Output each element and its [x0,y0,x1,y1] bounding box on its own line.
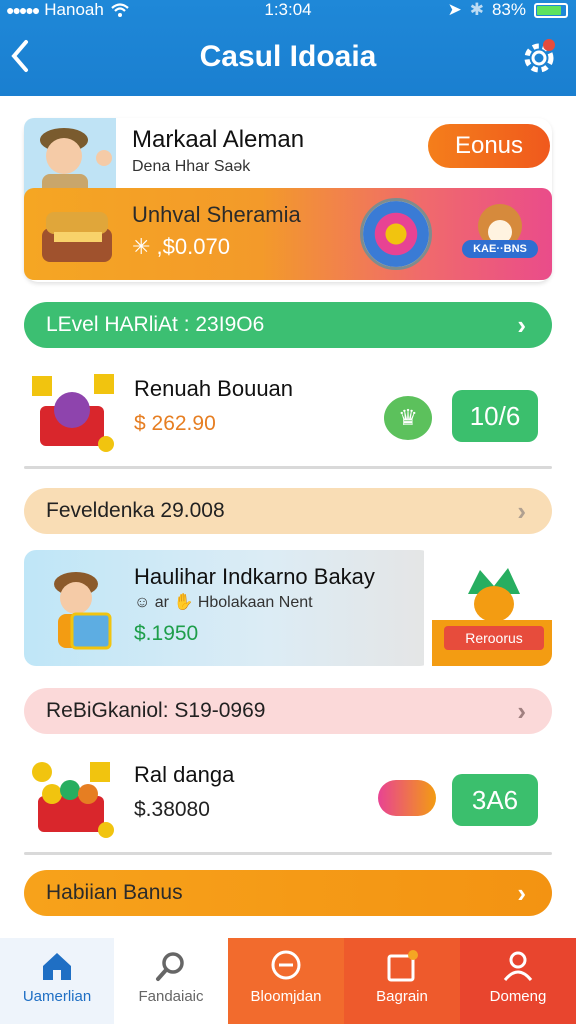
chevron-right-icon: › [517,696,526,726]
nav-label: Uamerlian [22,988,92,1005]
reward-count-tag[interactable]: 3A6 [452,774,538,826]
profile-subtitle: Dena Hhar Saək [132,158,251,175]
dog-mascot-image: KAE··BNS [458,196,542,272]
level-bar[interactable]: LEvel HARliAt : 23I9O6 › [24,302,552,348]
reward-row-2[interactable]: Ral danga $.38080 3A6 [24,750,552,846]
dog-badge-label: KAE··BNS [473,243,527,255]
promo-banner[interactable]: Unhval Sheramia ✳ ,$0.070 KAE··BNS [24,188,552,280]
status-bar: ●●●●● Hanoah 1:3:04 ➤ ✱ 83% [0,0,576,22]
message-icon [271,950,301,980]
promo-subtitle: ☺ ar ✋ Hbolakaan Nent [134,594,313,611]
reward-title: Ral danga [134,762,235,787]
bottom-nav: Uamerlian Fandaiaic Bloomjdan Bagrain Do… [0,938,576,1024]
reward-amount: $ 262.90 [134,412,216,435]
profile-card: Markaal Aleman Dena Hhar Saək Eonus Unhv… [24,118,552,282]
info-bar-label: Feveldenka 29.008 [46,499,225,522]
rebate-bar[interactable]: ReBiGkaniol: S19-0969 › [24,688,552,734]
bonus-bar[interactable]: Habiian Banus › [24,870,552,916]
prize-wheel-icon [360,198,432,270]
trophy-icon: ♛ [384,396,432,440]
bluetooth-icon: ✱ [469,0,484,19]
fruit-basket-image [28,754,120,838]
promo-title: Haulihar Indkarno Bakay [134,564,375,589]
settings-gear-icon[interactable] [518,36,560,78]
kid-avatar [38,560,126,656]
candy-icon [378,780,436,816]
nav-label: Bagrain [376,988,428,1005]
nav-item-search[interactable]: Fandaiaic [114,938,228,1024]
nav-label: Domeng [489,988,547,1005]
nav-item-bagrain[interactable]: Bagrain [344,938,460,1024]
reward-row-1[interactable]: Renuah Bouuan $ 262.90 ♛ 10/6 [24,366,552,462]
bonus-button[interactable]: Eonus [428,124,550,168]
chevron-right-icon: › [517,496,526,526]
divider [24,852,552,855]
chevron-right-icon: › [517,310,526,340]
reward-title: Renuah Bouuan [134,376,294,401]
battery-icon [534,2,568,18]
rebate-bar-label: ReBiGkaniol: S19-0969 [46,699,266,722]
nav-item-home[interactable]: Uamerlian [0,938,114,1024]
banner-title: Unhval Sheramia [132,202,301,227]
info-bar[interactable]: Feveldenka 29.008 › [24,488,552,534]
profile-name: Markaal Aleman [132,126,305,153]
app-header: ●●●●● Hanoah 1:3:04 ➤ ✱ 83% Casul Idoaia [0,0,576,96]
battery-label: 83% [491,0,526,19]
treasure-chest-image [36,202,120,266]
divider [24,466,552,469]
reward-amount: $.38080 [134,798,210,821]
chevron-right-icon: › [517,878,526,908]
level-label: LEvel HARliAt : 23I9O6 [46,313,265,336]
promo-ribbon-label: Reroorus [444,626,544,650]
nav-item-profile[interactable]: Domeng [460,938,576,1024]
nav-item-bloom[interactable]: Bloomjdan [228,938,344,1024]
bonus-bar-label: Habiian Banus [46,881,183,904]
profile-icon [503,951,533,981]
promo-amount: $.1950 [134,622,199,645]
search-icon [156,952,184,981]
gift-basket-image [28,370,120,454]
reward-count-tag[interactable]: 10/6 [452,390,538,442]
home-icon [43,953,71,980]
promo-card[interactable]: Haulihar Indkarno Bakay ☺ ar ✋ Hbolakaan… [24,550,552,666]
location-icon: ➤ [447,0,462,19]
banner-amount: ✳ ,$0.070 [132,234,230,259]
page-title: Casul Idoaia [199,40,377,73]
promo-ribbon: Reroorus [432,620,552,666]
nav-label: Bloomjdan [250,988,322,1005]
nav-label: Fandaiaic [138,988,204,1005]
bag-icon [387,950,418,982]
fruit-image [454,564,534,626]
